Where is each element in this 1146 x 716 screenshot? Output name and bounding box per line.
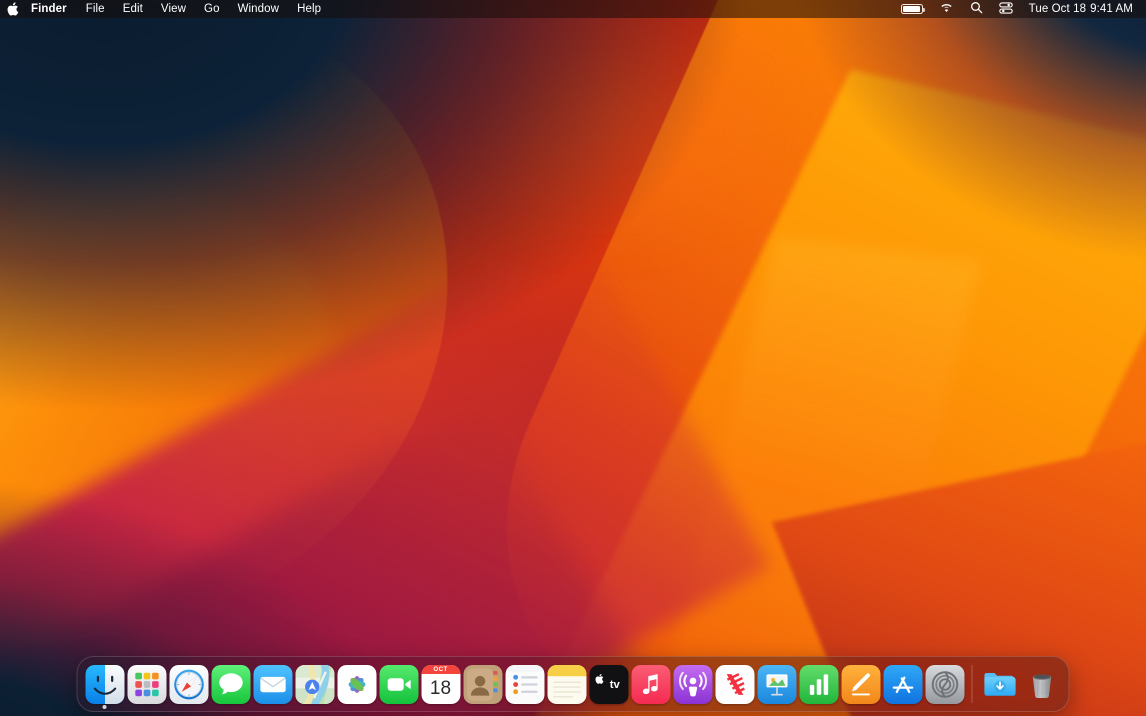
spotlight-search-button[interactable] [962,0,991,18]
dock-item-trash[interactable] [1021,656,1063,712]
battery-status-item[interactable] [893,0,931,18]
launchpad-icon [127,664,166,704]
battery-fill [902,6,920,12]
menu-bar-clock[interactable]: Tue Oct 18 9:41 AM [1021,3,1139,15]
dock-item-facetime[interactable] [378,656,420,712]
podcasts-icon [673,664,712,704]
dock-separator [971,665,973,703]
menu-bar-time: 9:41 AM [1090,3,1133,15]
dock-item-messages[interactable] [210,656,252,712]
menu-item-edit[interactable]: Edit [114,0,152,18]
dock: OCT 18 tv [76,656,1070,712]
menu-bar-date: Tue Oct 18 [1028,3,1087,15]
tv-icon: tv [589,664,628,704]
downloads-folder-icon [980,665,1019,704]
svg-text:tv: tv [609,679,620,691]
menu-app-name[interactable]: Finder [26,0,77,18]
calendar-icon: OCT 18 [421,664,460,704]
menu-bar-status-group: Tue Oct 18 9:41 AM [893,0,1139,18]
menu-item-go[interactable]: Go [195,0,229,18]
contacts-icon [463,664,502,704]
reminders-icon [505,664,544,704]
battery-icon [900,4,925,14]
menu-bar-left-group: Finder File Edit View Go Window Help [0,0,330,18]
messages-icon [211,664,250,704]
dock-item-news[interactable] [714,656,756,712]
news-icon [715,664,754,704]
dock-item-music[interactable] [630,656,672,712]
dock-item-safari[interactable] [168,656,210,712]
dock-item-pages[interactable] [840,656,882,712]
menu-item-window[interactable]: Window [229,0,289,18]
finder-icon [85,664,124,704]
dock-item-calendar[interactable]: OCT 18 [420,656,462,712]
dock-item-keynote[interactable] [756,656,798,712]
maps-icon [295,664,334,704]
control-center-icon [998,1,1013,17]
finder-running-indicator [102,705,107,709]
dock-item-contacts[interactable] [462,656,504,712]
notes-icon [547,664,586,704]
menu-item-file[interactable]: File [77,0,114,18]
desktop-wallpaper[interactable] [0,0,1146,716]
dock-item-mail[interactable] [252,656,294,712]
safari-icon [169,664,208,704]
facetime-icon [379,664,418,704]
dock-item-downloads[interactable] [979,656,1021,712]
dock-item-podcasts[interactable] [672,656,714,712]
menu-bar: Finder File Edit View Go Window Help Tue… [0,0,1146,18]
system-settings-icon [925,664,964,704]
apple-menu-button[interactable] [0,0,26,18]
dock-item-notes[interactable] [546,656,588,712]
dock-item-launchpad[interactable] [126,656,168,712]
dock-item-numbers[interactable] [798,656,840,712]
dock-item-maps[interactable] [294,656,336,712]
calendar-month-label: OCT [433,665,448,673]
dock-item-finder[interactable] [84,656,126,712]
menu-item-view[interactable]: View [152,0,195,18]
calendar-day-label: 18 [429,678,452,699]
numbers-icon [799,664,838,704]
desktop-screen: Finder File Edit View Go Window Help Tue… [0,0,1146,716]
music-icon [631,664,670,704]
wallpaper-navy-top-right [687,0,1146,316]
control-center-button[interactable] [991,0,1021,18]
photos-icon [337,664,376,704]
search-icon [970,1,983,17]
trash-icon [1022,665,1061,704]
dock-item-app-store[interactable] [882,656,924,712]
mail-icon [253,664,292,704]
apple-logo-icon [7,2,19,16]
dock-item-reminders[interactable] [504,656,546,712]
menu-item-help[interactable]: Help [288,0,330,18]
dock-item-tv[interactable]: tv [588,656,630,712]
app-store-icon [883,664,922,704]
dock-item-system-settings[interactable] [924,656,966,712]
pages-icon [841,664,880,704]
wifi-icon [939,2,954,16]
keynote-icon [757,664,796,704]
dock-item-photos[interactable] [336,656,378,712]
wifi-status-item[interactable] [931,0,962,18]
